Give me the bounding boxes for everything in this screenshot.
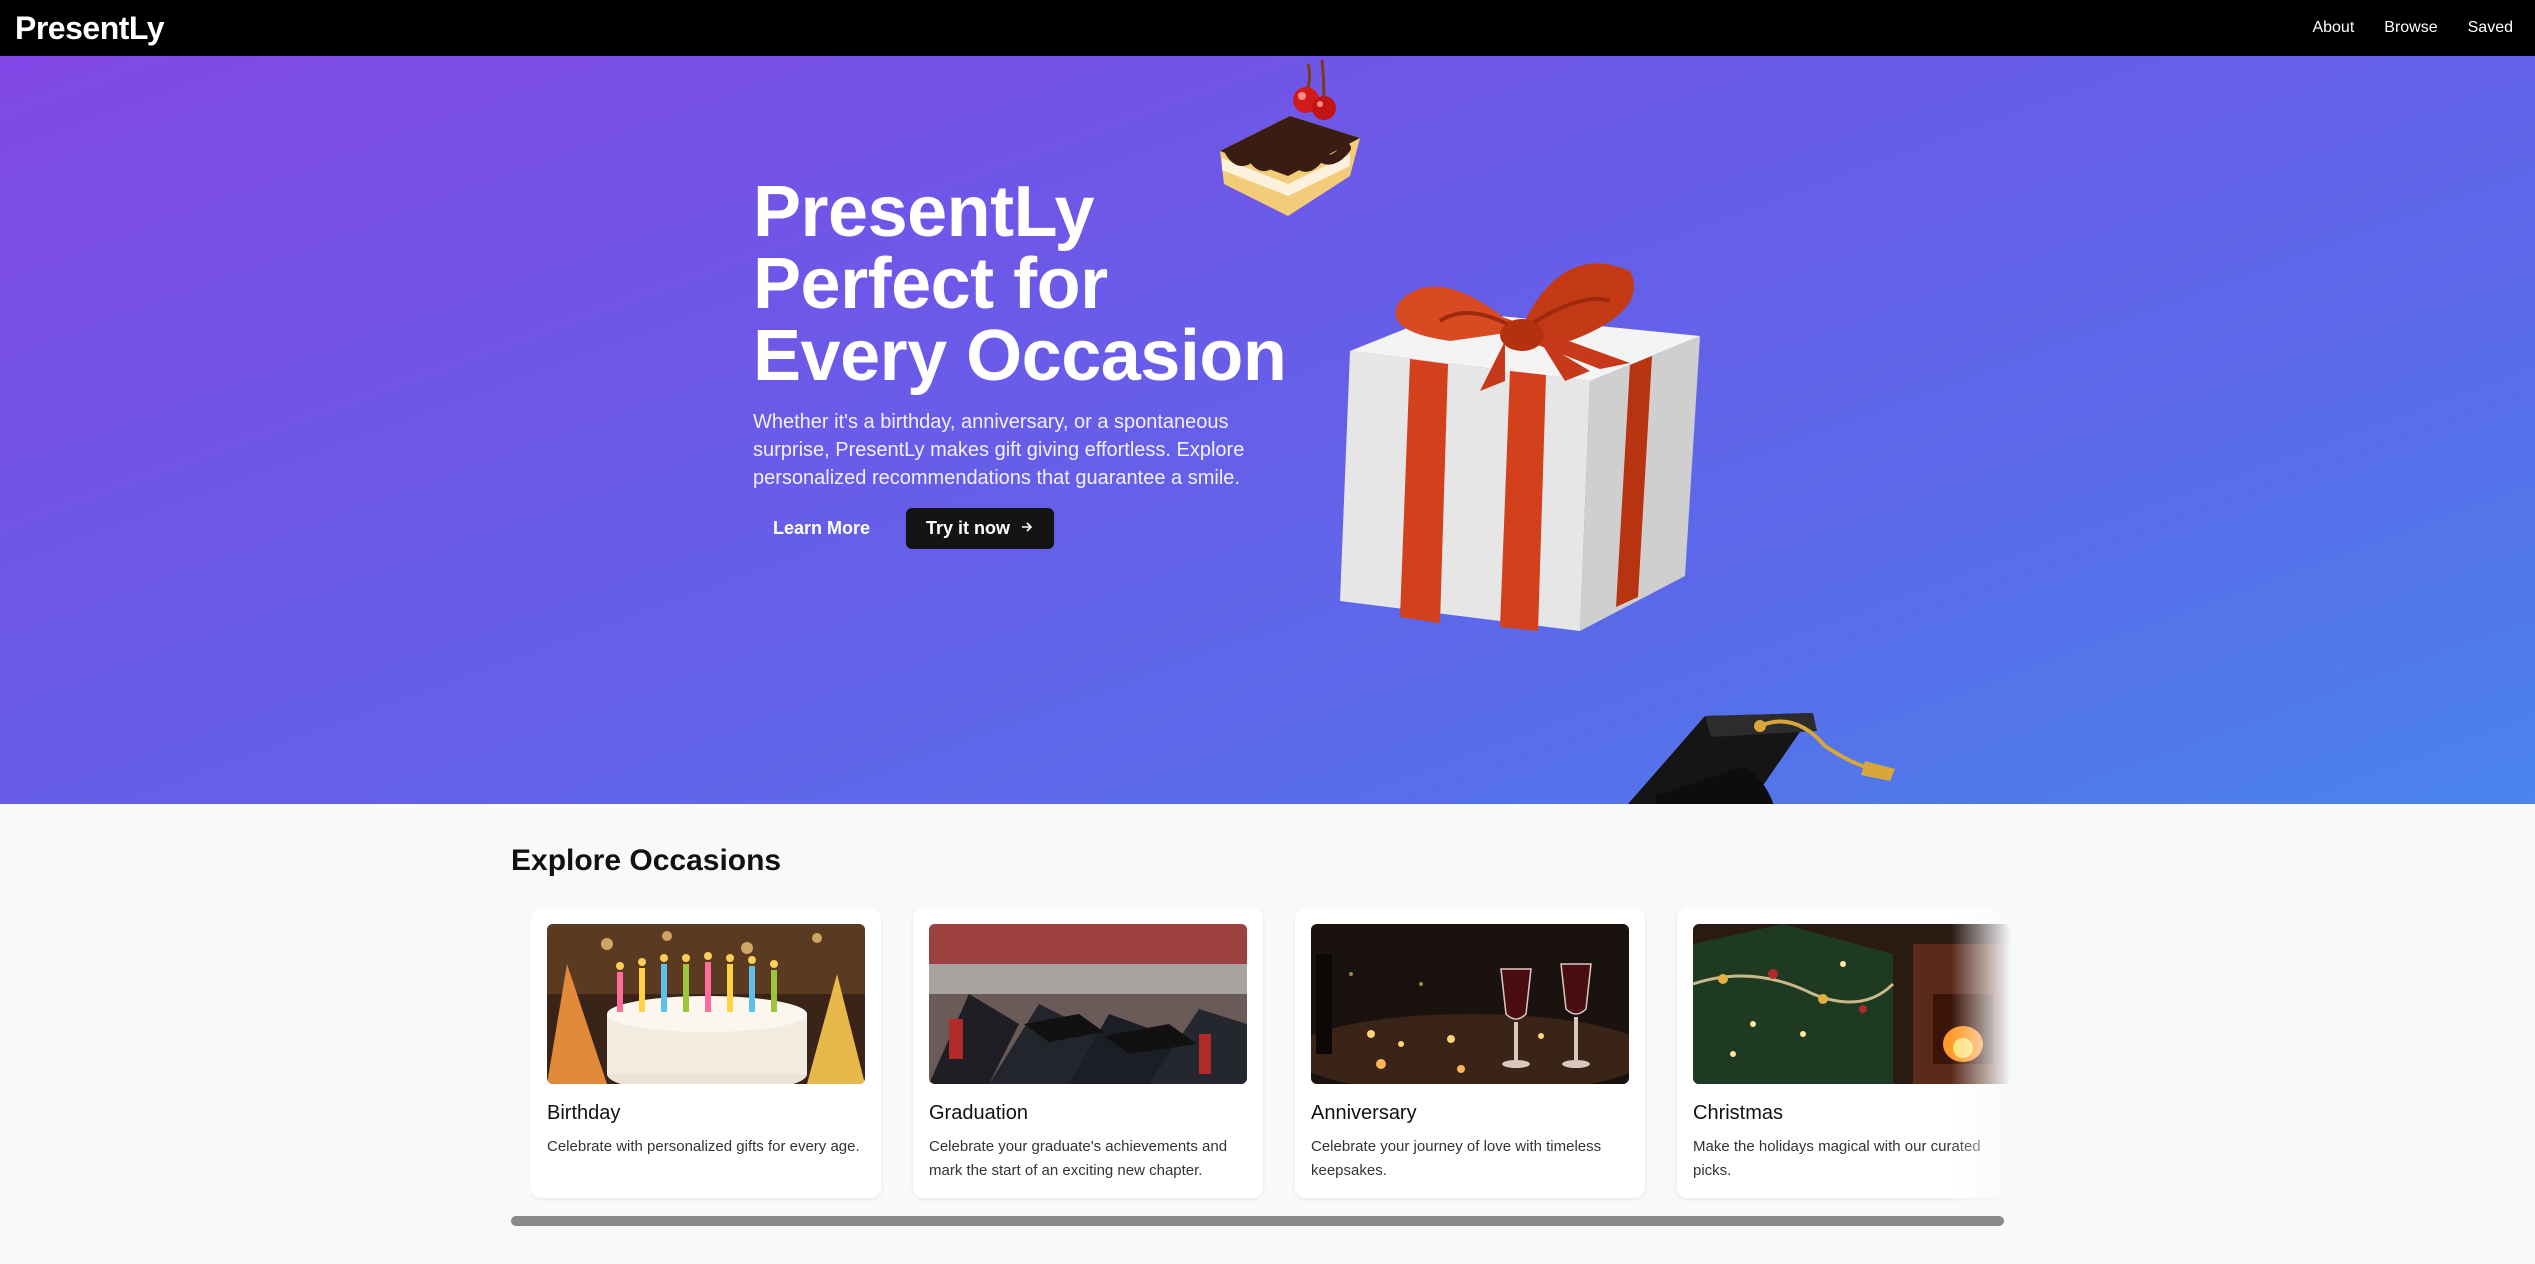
card-title: Christmas (1693, 1102, 1784, 1124)
top-nav: PresentLy About Browse Saved (0, 0, 2535, 56)
explore-title: Explore Occasions (511, 844, 782, 877)
carousel-scrollbar-thumb[interactable] (511, 1216, 2004, 1226)
gift-box-illustration (1340, 263, 1700, 631)
nav-link-saved[interactable]: Saved (2468, 19, 2513, 37)
christmas-image (1693, 924, 2011, 1084)
hero-text-block: PresentLy Perfect for Every Occasion Whe… (753, 176, 1313, 549)
try-it-now-label: Try it now (926, 518, 1011, 538)
occasion-card-birthday[interactable]: Birthday Celebrate with personalized gif… (531, 908, 881, 1198)
nav-links: About Browse Saved (2312, 19, 2513, 37)
hero-actions: Learn More Try it now (753, 508, 1313, 549)
explore-section: Explore Occasions Birthday Celebrate wit… (0, 804, 2535, 1264)
card-title: Graduation (929, 1102, 1028, 1124)
occasion-card-anniversary[interactable]: Anniversary Celebrate your journey of lo… (1295, 908, 1645, 1198)
hero-description: Whether it's a birthday, anniversary, or… (753, 411, 1245, 489)
graduation-cap-illustration (1628, 713, 1895, 804)
carousel-scrollbar[interactable] (511, 1216, 2004, 1226)
card-title: Anniversary (1311, 1102, 1417, 1124)
anniversary-image (1311, 924, 1629, 1084)
card-description: Celebrate your journey of love with time… (1311, 1138, 1602, 1179)
card-description: Make the holidays magical with our curat… (1693, 1138, 1981, 1179)
learn-more-button[interactable]: Learn More (753, 508, 890, 549)
occasion-card-christmas[interactable]: Christmas Make the holidays magical with… (1677, 908, 2011, 1198)
hero-section: PresentLy Perfect for Every Occasion Whe… (0, 56, 2535, 804)
try-it-now-button[interactable]: Try it now (906, 508, 1055, 549)
occasion-carousel[interactable]: Birthday Celebrate with personalized gif… (531, 908, 2011, 1204)
nav-link-about[interactable]: About (2312, 19, 2354, 37)
hero-title: PresentLy Perfect for Every Occasion (753, 172, 1287, 396)
card-title: Birthday (547, 1102, 621, 1124)
birthday-image (547, 924, 865, 1084)
card-description: Celebrate with personalized gifts for ev… (547, 1138, 860, 1155)
occasion-card-graduation[interactable]: Graduation Celebrate your graduate's ach… (913, 908, 1263, 1198)
nav-link-browse[interactable]: Browse (2384, 19, 2437, 37)
graduation-image (929, 924, 1247, 1084)
card-description: Celebrate your graduate's achievements a… (929, 1138, 1228, 1179)
brand-logo[interactable]: PresentLy (15, 10, 165, 47)
arrow-right-icon (1020, 518, 1034, 539)
